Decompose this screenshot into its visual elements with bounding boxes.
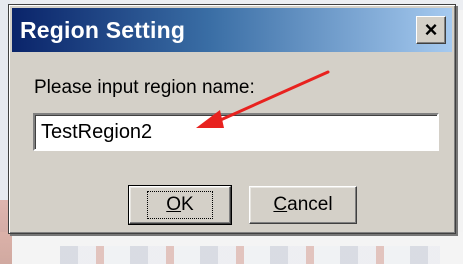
- cancel-button[interactable]: Cancel: [249, 186, 357, 224]
- close-button[interactable]: ×: [416, 16, 446, 44]
- ok-mnemonic: O: [166, 194, 182, 215]
- cancel-mnemonic: C: [273, 194, 288, 215]
- region-setting-dialog: Region Setting × Please input region nam…: [8, 4, 456, 234]
- region-name-label: Please input region name:: [34, 77, 255, 98]
- dialog-titlebar[interactable]: Region Setting ×: [12, 8, 452, 52]
- ok-label: K: [181, 194, 194, 215]
- background-app-fragment: [60, 246, 440, 264]
- dialog-title: Region Setting: [20, 17, 186, 43]
- region-name-input[interactable]: [33, 113, 439, 151]
- ok-focus-rect: OK: [147, 191, 213, 219]
- close-icon: ×: [424, 17, 438, 42]
- ok-button[interactable]: OK: [128, 185, 232, 225]
- cancel-label: ancel: [287, 194, 333, 215]
